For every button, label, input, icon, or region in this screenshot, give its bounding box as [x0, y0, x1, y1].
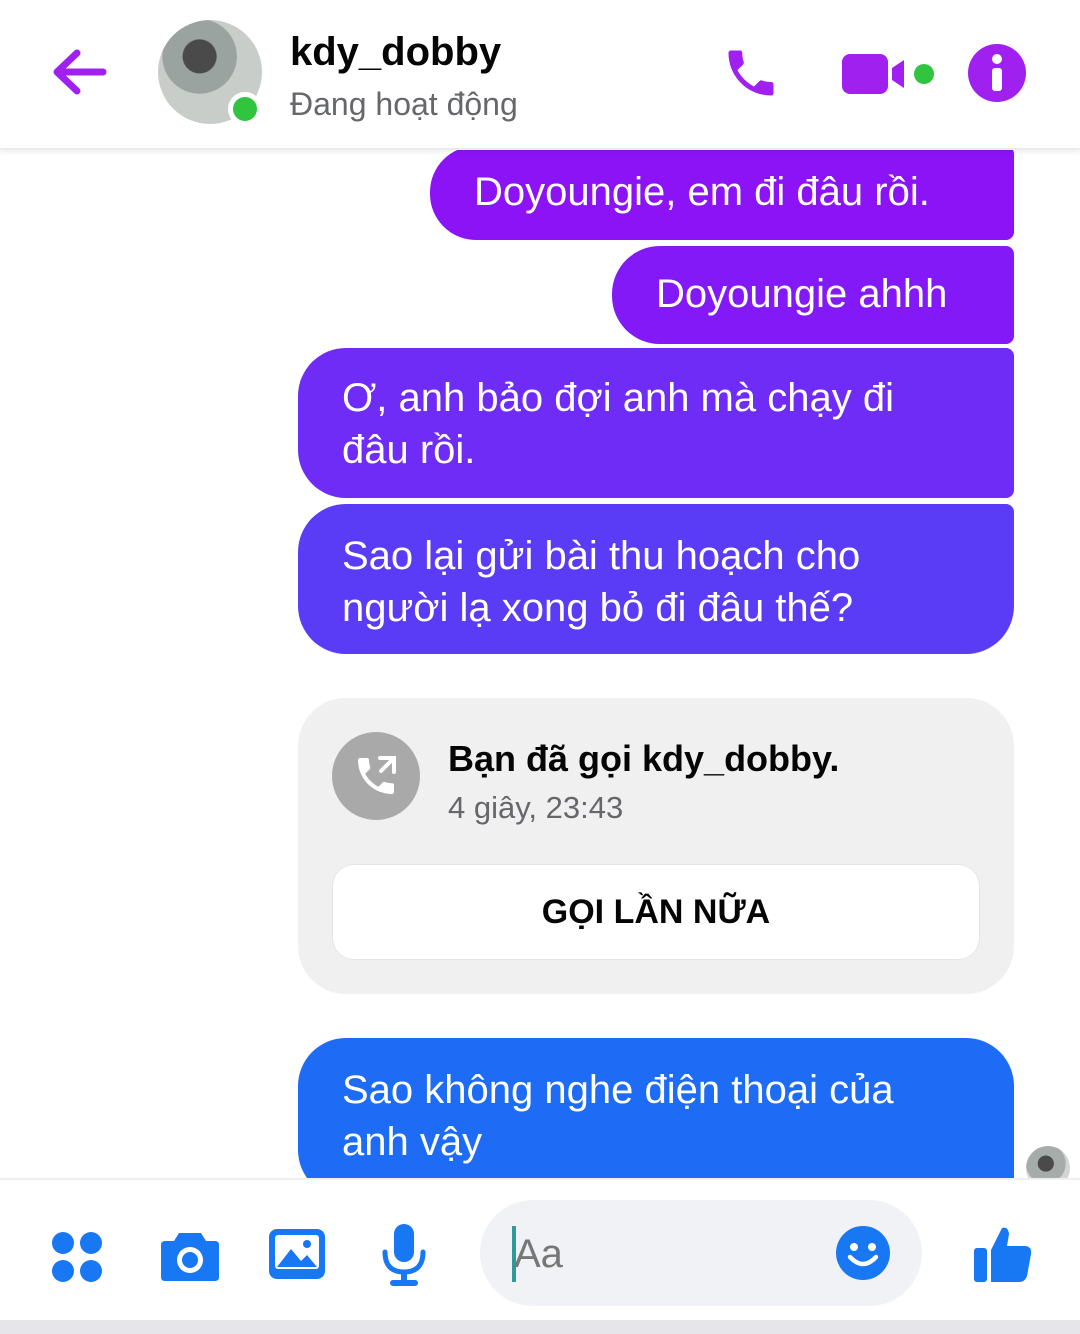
message-bubble[interactable]: Doyoungie ahhh [612, 246, 1014, 344]
online-indicator [228, 92, 262, 126]
seen-indicator-avatar [1026, 1146, 1070, 1178]
gallery-button[interactable] [264, 1224, 330, 1284]
message-list[interactable]: Doyoungie, em đi đâu rồi. Doyoungie ahhh… [0, 150, 1080, 1178]
contact-status: Đang hoạt động [290, 86, 518, 122]
emoji-button[interactable] [834, 1224, 892, 1282]
message-bubble[interactable]: Doyoungie, em đi đâu rồi. [430, 150, 1014, 240]
message-bubble[interactable]: Ơ, anh bảo đợi anh mà chạy đi đâu rồi. [298, 348, 1014, 498]
contact-name[interactable]: kdy_dobby [290, 30, 501, 75]
message-input-placeholder: Aa [514, 1232, 563, 1276]
message-bubble[interactable]: Sao lại gửi bài thu hoạch cho người lạ x… [298, 504, 1014, 654]
message-bubble[interactable]: Sao không nghe điện thoại của anh vậy [298, 1038, 1014, 1178]
composer-bar: Aa [0, 1178, 1080, 1320]
microphone-icon [382, 1224, 426, 1286]
call-again-button[interactable]: GỌI LẦN NỮA [332, 864, 980, 960]
info-button[interactable] [966, 42, 1028, 104]
back-button[interactable] [46, 42, 112, 102]
call-title: Bạn đã gọi kdy_dobby. [448, 738, 840, 779]
chat-header: kdy_dobby Đang hoạt động [0, 0, 1080, 150]
system-nav-strip [0, 1320, 1080, 1334]
smile-icon [836, 1226, 890, 1280]
arrow-left-icon [53, 49, 107, 95]
call-duration-time: 4 giây, 23:43 [448, 790, 624, 825]
phone-icon [728, 50, 774, 96]
more-actions-button[interactable] [46, 1226, 108, 1288]
four-dots-icon [52, 1232, 102, 1282]
camera-icon [161, 1233, 219, 1281]
camera-button[interactable] [156, 1224, 224, 1286]
voice-message-button[interactable] [378, 1220, 430, 1290]
outgoing-call-badge [332, 732, 420, 820]
video-camera-icon [842, 54, 934, 94]
call-log-card: Bạn đã gọi kdy_dobby. 4 giây, 23:43 GỌI … [298, 698, 1014, 994]
info-icon [968, 44, 1026, 102]
thumbs-up-icon [974, 1227, 1032, 1282]
video-call-button[interactable] [840, 46, 940, 102]
message-input[interactable]: Aa [480, 1200, 922, 1306]
outgoing-call-icon [358, 756, 396, 794]
voice-call-button[interactable] [718, 40, 784, 106]
like-button[interactable] [968, 1220, 1036, 1288]
image-icon [269, 1229, 325, 1279]
contact-avatar[interactable] [158, 20, 264, 126]
